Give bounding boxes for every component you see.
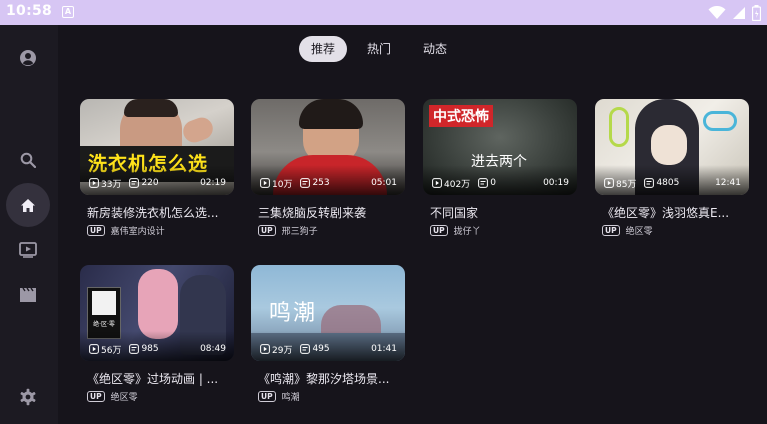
search-icon [20, 152, 36, 168]
comment-count: 0 [490, 178, 496, 188]
view-count: 56万 [101, 345, 122, 356]
gear-icon [20, 388, 36, 406]
sidebar-item-home[interactable] [6, 183, 50, 227]
uploader-name: 拢仔丫 [453, 227, 481, 237]
video-card[interactable]: 中式恐怖 进去两个 402万 0 00:19 不同国家 UP 拢仔丫 [423, 99, 577, 237]
cellular-signal-icon [733, 6, 745, 19]
status-time: 10:58 [6, 3, 53, 19]
play-count-icon [260, 344, 270, 354]
video-title[interactable]: 《绝区零》过场动画 | ... [80, 370, 230, 387]
home-icon [21, 198, 35, 212]
comment-icon [300, 344, 311, 354]
video-thumbnail[interactable]: 绝·区·零 56万 985 08:49 [80, 265, 234, 361]
wifi-icon [708, 5, 726, 19]
video-card[interactable]: 绝·区·零 56万 985 08:49 《绝区零》过场动画 | ... UP 绝… [80, 265, 234, 403]
video-stats: 29万 495 01:41 [260, 343, 397, 356]
play-box-icon [19, 242, 37, 258]
view-count: 10万 [272, 179, 293, 190]
uploader-info[interactable]: UP 鸣潮 [251, 390, 405, 403]
comment-count: 4805 [656, 178, 680, 188]
view-count: 29万 [272, 345, 293, 356]
video-title[interactable]: 三集烧脑反转剧来袭 [251, 204, 401, 221]
video-stats: 402万 0 00:19 [432, 177, 569, 190]
up-badge: UP [258, 391, 276, 402]
system-icons [708, 4, 761, 21]
comment-icon [129, 178, 140, 188]
video-title[interactable]: 《鸣潮》黎那汐塔场景... [251, 370, 401, 387]
comment-count: 495 [312, 344, 330, 354]
play-count-icon [89, 178, 99, 188]
comment-icon [300, 178, 311, 188]
play-count-icon [604, 178, 614, 188]
uploader-name: 嘉伟室内设计 [110, 227, 165, 237]
sidebar [0, 25, 58, 424]
uploader-name: 邢三狗子 [281, 227, 318, 237]
notification-icon: A [62, 6, 74, 18]
video-card[interactable]: 鸣潮 29万 495 01:41 《鸣潮》黎那汐塔场景... UP 鸣潮 [251, 265, 405, 403]
video-duration: 12:41 [715, 178, 741, 188]
video-thumbnail[interactable]: 鸣潮 29万 495 01:41 [251, 265, 405, 361]
sidebar-item-settings[interactable] [6, 375, 50, 419]
video-duration: 00:19 [543, 178, 569, 188]
video-thumbnail[interactable]: 85万 4805 12:41 [595, 99, 749, 195]
sidebar-item-search[interactable] [6, 138, 50, 182]
video-title[interactable]: 《绝区零》浅羽悠真E... [595, 204, 745, 221]
uploader-name: 绝区零 [110, 393, 138, 403]
video-thumbnail[interactable]: 中式恐怖 进去两个 402万 0 00:19 [423, 99, 577, 195]
status-bar: 10:58 A [0, 0, 767, 25]
video-card[interactable]: 洗衣机怎么选 33万 220 02:19 新房装修洗衣机怎么选... UP 嘉伟… [80, 99, 234, 237]
video-duration: 02:19 [200, 178, 226, 188]
comment-icon [644, 178, 655, 188]
up-badge: UP [430, 225, 448, 236]
comment-icon [129, 344, 140, 354]
video-title[interactable]: 不同国家 [423, 204, 573, 221]
video-card[interactable]: 10万 253 05:01 三集烧脑反转剧来袭 UP 邢三狗子 [251, 99, 405, 237]
video-thumbnail[interactable]: 洗衣机怎么选 33万 220 02:19 [80, 99, 234, 195]
uploader-info[interactable]: UP 拢仔丫 [423, 224, 577, 237]
thumbnail-overlay-text: 中式恐怖 [429, 105, 493, 127]
video-duration: 08:49 [200, 344, 226, 354]
comment-icon [478, 178, 489, 188]
uploader-info[interactable]: UP 邢三狗子 [251, 224, 405, 237]
person-icon [20, 50, 36, 66]
video-stats: 33万 220 02:19 [89, 177, 226, 190]
play-count-icon [89, 344, 99, 354]
video-duration: 05:01 [371, 178, 397, 188]
play-count-icon [260, 178, 270, 188]
uploader-name: 鸣潮 [281, 393, 300, 403]
sidebar-item-video[interactable] [6, 228, 50, 272]
comment-count: 220 [141, 178, 159, 188]
sidebar-item-movies[interactable] [6, 273, 50, 317]
thumbnail-overlay-text: 鸣潮 [269, 301, 318, 326]
view-count: 402万 [444, 179, 471, 190]
view-count: 85万 [616, 179, 637, 190]
video-stats: 56万 985 08:49 [89, 343, 226, 356]
tab-following[interactable]: 动态 [411, 36, 459, 62]
video-title[interactable]: 新房装修洗衣机怎么选... [80, 204, 230, 221]
category-tabs: 推荐 热门 动态 [299, 36, 459, 62]
up-badge: UP [87, 225, 105, 236]
video-duration: 01:41 [371, 344, 397, 354]
battery-icon [752, 4, 761, 21]
up-badge: UP [602, 225, 620, 236]
tab-popular[interactable]: 热门 [355, 36, 403, 62]
game-logo-text: 绝·区·零 [93, 321, 115, 328]
comment-count: 253 [312, 178, 330, 188]
uploader-info[interactable]: UP 绝区零 [80, 390, 234, 403]
view-count: 33万 [101, 179, 122, 190]
video-card[interactable]: 85万 4805 12:41 《绝区零》浅羽悠真E... UP 绝区零 [595, 99, 749, 237]
uploader-name: 绝区零 [625, 227, 653, 237]
uploader-info[interactable]: UP 绝区零 [595, 224, 749, 237]
clapper-icon [20, 287, 36, 302]
comment-count: 985 [141, 344, 159, 354]
video-stats: 85万 4805 12:41 [604, 177, 741, 190]
tab-recommended[interactable]: 推荐 [299, 36, 348, 62]
video-stats: 10万 253 05:01 [260, 177, 397, 190]
uploader-info[interactable]: UP 嘉伟室内设计 [80, 224, 234, 237]
up-badge: UP [258, 225, 276, 236]
sidebar-item-profile[interactable] [6, 36, 50, 80]
video-thumbnail[interactable]: 10万 253 05:01 [251, 99, 405, 195]
play-count-icon [432, 178, 442, 188]
up-badge: UP [87, 391, 105, 402]
